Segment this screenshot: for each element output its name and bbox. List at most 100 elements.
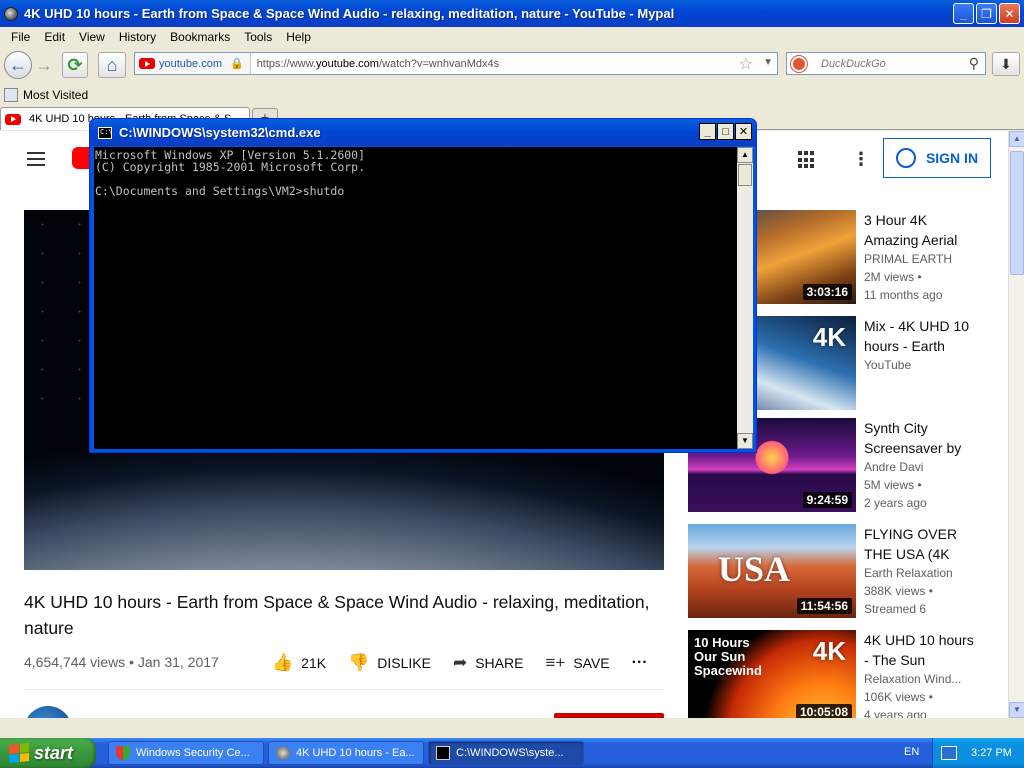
scroll-up-icon[interactable]: ▲	[737, 147, 753, 163]
menu-history[interactable]: History	[112, 30, 163, 44]
cmd-icon	[436, 746, 450, 760]
download-icon[interactable]: ⬇	[992, 52, 1020, 76]
share-button[interactable]: ➦ SHARE	[453, 653, 523, 673]
console-scrollbar[interactable]: ▲ ▼	[737, 147, 753, 449]
apps-grid-icon[interactable]	[798, 151, 816, 169]
window-title: 4K UHD 10 hours - Earth from Space & Spa…	[24, 6, 675, 21]
recommended-age: Streamed 6	[864, 602, 927, 616]
share-icon: ➦	[452, 653, 468, 672]
divider	[24, 689, 664, 690]
recommended-channel[interactable]: Andre Davi	[864, 458, 974, 476]
cmd-title-bar[interactable]: C:\ C:\WINDOWS\system32\cmd.exe _ □ ✕	[90, 119, 756, 146]
more-actions-icon[interactable]: ···	[632, 654, 648, 672]
video-thumbnail[interactable]: USA 11:54:56	[688, 524, 856, 618]
close-button[interactable]: ✕	[999, 3, 1020, 24]
search-bar[interactable]: DuckDuckGo ⚲	[786, 52, 986, 75]
sign-in-button[interactable]: SIGN IN	[883, 138, 991, 178]
recommended-title[interactable]: 4K UHD 10 hours - The Sun	[864, 630, 974, 670]
network-icon[interactable]	[941, 746, 957, 760]
url-text[interactable]: https://www.youtube.com/watch?v=wnhvanMd…	[257, 58, 499, 70]
dislike-button[interactable]: 👎 DISLIKE	[348, 653, 431, 673]
like-count: 21K	[301, 655, 327, 671]
minimize-button[interactable]: _	[953, 3, 974, 24]
recommended-title[interactable]: Synth City Screensaver by	[864, 418, 974, 458]
search-placeholder: DuckDuckGo	[821, 57, 886, 70]
taskbar-item-browser[interactable]: 4K UHD 10 hours - Ea...	[268, 741, 424, 765]
bookmark-most-visited[interactable]: Most Visited	[23, 88, 88, 102]
scrollbar-thumb[interactable]	[738, 164, 752, 186]
menu-bookmarks[interactable]: Bookmarks	[163, 30, 237, 44]
home-icon[interactable]: ⌂	[98, 52, 126, 78]
recommended-views: 5M views •	[864, 478, 922, 492]
start-button[interactable]: start	[0, 738, 96, 768]
user-icon	[895, 148, 916, 168]
scroll-up-icon[interactable]: ▲	[1009, 131, 1024, 147]
cmd-minimize-button[interactable]: _	[699, 123, 716, 140]
reload-icon[interactable]: ⟳	[62, 52, 88, 78]
bookmarks-toolbar: Most Visited	[0, 84, 1024, 105]
share-label: SHARE	[475, 655, 524, 671]
recommended-channel[interactable]: YouTube	[864, 356, 974, 374]
menu-file[interactable]: File	[4, 30, 37, 44]
video-duration: 10:05:08	[795, 704, 852, 718]
cmd-window[interactable]: C:\ C:\WINDOWS\system32\cmd.exe _ □ ✕ Mi…	[89, 118, 757, 453]
taskbar-item-security-center[interactable]: Windows Security Ce...	[108, 741, 264, 765]
page-scrollbar[interactable]: ▲ ▼	[1008, 131, 1024, 718]
menu-bar: File Edit View History Bookmarks Tools H…	[0, 27, 1024, 46]
language-indicator[interactable]: EN	[904, 746, 919, 758]
recommended-channel[interactable]: Earth Relaxation	[864, 564, 974, 582]
system-tray: 3:27 PM	[932, 738, 1024, 768]
taskbar-item-label: Windows Security Ce...	[136, 747, 250, 759]
url-path: /watch?v=wnhvanMdx4s	[378, 57, 500, 70]
duckduckgo-icon[interactable]	[791, 55, 807, 72]
url-dropdown-icon[interactable]: ▼	[763, 57, 773, 68]
recommended-channel[interactable]: PRIMAL EARTH	[864, 250, 974, 268]
bookmark-star-icon[interactable]: ☆	[739, 54, 753, 74]
mypal-app-icon	[276, 746, 290, 760]
console-output[interactable]: Microsoft Windows XP [Version 5.1.2600] …	[94, 147, 737, 449]
browser-title-bar[interactable]: 4K UHD 10 hours - Earth from Space & Spa…	[0, 0, 1024, 27]
url-bar[interactable]: youtube.com 🔒 https://www.youtube.com/wa…	[134, 52, 778, 75]
video-thumbnail[interactable]: 10 Hours Our Sun Spacewind 4K 10:05:08	[688, 630, 856, 718]
back-arrow-icon[interactable]: ←	[4, 51, 32, 79]
cmd-maximize-button[interactable]: □	[717, 123, 734, 140]
hamburger-menu-icon[interactable]	[27, 152, 45, 166]
taskbar-item-label: 4K UHD 10 hours - Ea...	[296, 747, 415, 759]
forward-arrow-icon[interactable]: →	[33, 54, 55, 76]
recommended-title[interactable]: 3 Hour 4K Amazing Aerial	[864, 210, 974, 250]
subscribe-button[interactable]	[554, 713, 664, 718]
menu-view[interactable]: View	[72, 30, 112, 44]
cmd-close-button[interactable]: ✕	[735, 123, 752, 140]
menu-help[interactable]: Help	[279, 30, 318, 44]
menu-edit[interactable]: Edit	[37, 30, 72, 44]
recommended-views: 2M views •	[864, 270, 922, 284]
video-views-date: 4,654,744 views • Jan 31, 2017	[24, 654, 219, 670]
scroll-down-icon[interactable]: ▼	[737, 433, 753, 449]
clock[interactable]: 3:27 PM	[971, 747, 1012, 759]
scroll-down-icon[interactable]: ▼	[1009, 702, 1024, 718]
channel-avatar[interactable]	[24, 706, 72, 718]
save-button[interactable]: ≡+ SAVE	[545, 653, 609, 673]
recommended-video[interactable]: USA 11:54:56 FLYING OVER THE USA (4K Ear…	[688, 524, 1008, 618]
folder-icon	[4, 87, 18, 102]
recommended-video[interactable]: 10 Hours Our Sun Spacewind 4K 10:05:08 4…	[688, 630, 1008, 718]
like-button[interactable]: 👍 21K	[272, 653, 326, 673]
windows-flag-icon	[9, 742, 29, 764]
recommended-views: 106K views •	[864, 690, 933, 704]
start-label: start	[34, 742, 74, 763]
thumbnail-badge: 4K	[812, 636, 846, 666]
thumbnail-overlay-text: 10 Hours Our Sun Spacewind	[694, 635, 762, 678]
site-identity[interactable]: youtube.com 🔒	[135, 53, 251, 74]
maximize-button[interactable]: ❐	[976, 3, 997, 24]
playlist-add-icon: ≡+	[545, 653, 566, 672]
more-options-icon[interactable]: ⋮	[852, 149, 870, 170]
sign-in-label: SIGN IN	[925, 150, 979, 166]
recommended-title[interactable]: FLYING OVER THE USA (4K	[864, 524, 974, 564]
recommended-title[interactable]: Mix - 4K UHD 10 hours - Earth	[864, 316, 974, 356]
recommended-channel[interactable]: Relaxation Wind...	[864, 670, 974, 688]
scrollbar-thumb[interactable]	[1010, 151, 1024, 275]
search-icon[interactable]: ⚲	[969, 55, 979, 72]
taskbar-item-cmd[interactable]: C:\WINDOWS\syste...	[428, 741, 584, 765]
save-label: SAVE	[573, 655, 610, 671]
menu-tools[interactable]: Tools	[237, 30, 279, 44]
